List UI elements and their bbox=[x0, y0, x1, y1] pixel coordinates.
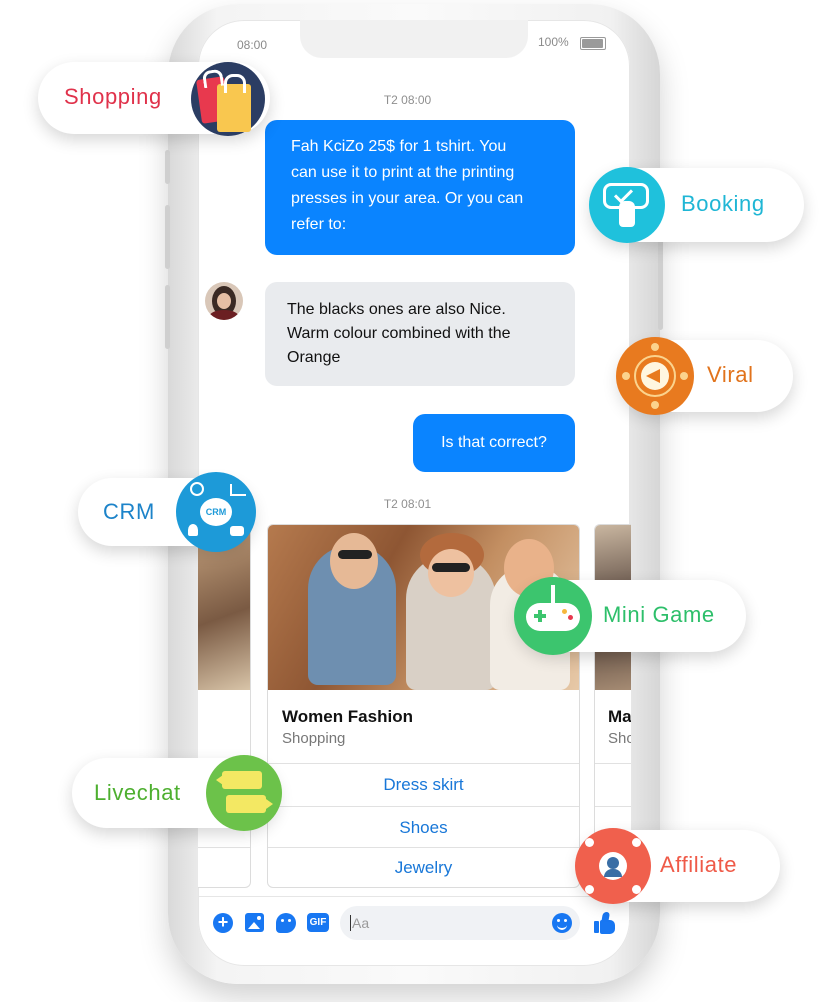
like-thumb-icon[interactable] bbox=[594, 912, 616, 934]
card-subtitle: Shopping bbox=[282, 730, 346, 747]
chat-timestamp: T2 08:00 bbox=[383, 93, 432, 107]
feature-label: Booking bbox=[681, 191, 765, 216]
card-button-dress-skirt[interactable]: Dress skirt bbox=[268, 763, 579, 806]
phone-notch bbox=[300, 20, 528, 58]
card-button-jewelry[interactable]: Jewelry bbox=[268, 847, 579, 887]
incoming-message: The blacks ones are also Nice. Warm colo… bbox=[265, 282, 575, 386]
message-text: Is that correct? bbox=[441, 434, 547, 451]
feature-label: Viral bbox=[707, 362, 754, 387]
card-button-shoes[interactable]: Shoes bbox=[268, 806, 579, 848]
plus-icon[interactable]: + bbox=[213, 913, 233, 933]
phone-volume-down bbox=[165, 285, 170, 349]
message-line: The blacks ones are also Nice. bbox=[287, 301, 506, 318]
emoji-icon[interactable] bbox=[552, 913, 572, 933]
phone-volume-up bbox=[165, 205, 170, 269]
gif-icon[interactable]: GIF bbox=[307, 913, 329, 932]
message-line: can use it to print at the printing bbox=[291, 164, 515, 181]
next-card-subtitle: Sho bbox=[608, 730, 631, 747]
shopping-bag-icon bbox=[191, 62, 265, 136]
status-battery-percent: 100% bbox=[538, 35, 569, 49]
next-card-title: Ma bbox=[608, 707, 631, 726]
chat-bubbles-icon bbox=[206, 755, 282, 831]
message-line: Fah KciZo 25$ for 1 tshirt. You bbox=[291, 138, 507, 155]
feature-label: Shopping bbox=[64, 84, 162, 109]
feature-label: CRM bbox=[103, 499, 155, 524]
megaphone-icon bbox=[616, 337, 694, 415]
sticker-icon[interactable] bbox=[276, 913, 296, 933]
crm-icon-text: CRM bbox=[200, 498, 232, 526]
phone-mute-switch bbox=[165, 150, 170, 184]
game-controller-icon bbox=[514, 577, 592, 655]
feature-label: Mini Game bbox=[603, 602, 715, 627]
message-line: refer to: bbox=[291, 216, 347, 233]
card-title: Women Fashion bbox=[282, 707, 413, 726]
carousel-prev-card[interactable] bbox=[198, 524, 251, 888]
message-input-placeholder: Aa bbox=[352, 915, 370, 931]
battery-icon bbox=[580, 37, 606, 50]
contact-avatar[interactable] bbox=[205, 282, 243, 320]
chat-timestamp-2: T2 08:01 bbox=[383, 497, 432, 511]
message-line: presses in your area. Or you can bbox=[291, 190, 524, 207]
message-line: Orange bbox=[287, 349, 341, 366]
feature-label: Affiliate bbox=[660, 852, 738, 877]
feature-label: Livechat bbox=[94, 780, 181, 805]
message-line: Warm colour combined with the bbox=[287, 325, 511, 342]
outgoing-message: Fah KciZo 25$ for 1 tshirt. You can use … bbox=[265, 120, 575, 255]
outgoing-message-short: Is that correct? bbox=[413, 414, 575, 472]
booking-touch-icon bbox=[589, 167, 665, 243]
crm-network-icon: CRM bbox=[176, 472, 256, 552]
affiliate-network-icon bbox=[575, 828, 651, 904]
phone-power-button bbox=[658, 230, 663, 330]
carousel-card[interactable]: Women Fashion Shopping Dress skirt Shoes… bbox=[267, 524, 580, 888]
message-input[interactable]: Aa bbox=[340, 906, 580, 940]
status-time: 08:00 bbox=[237, 38, 268, 52]
photo-icon[interactable] bbox=[245, 913, 264, 932]
